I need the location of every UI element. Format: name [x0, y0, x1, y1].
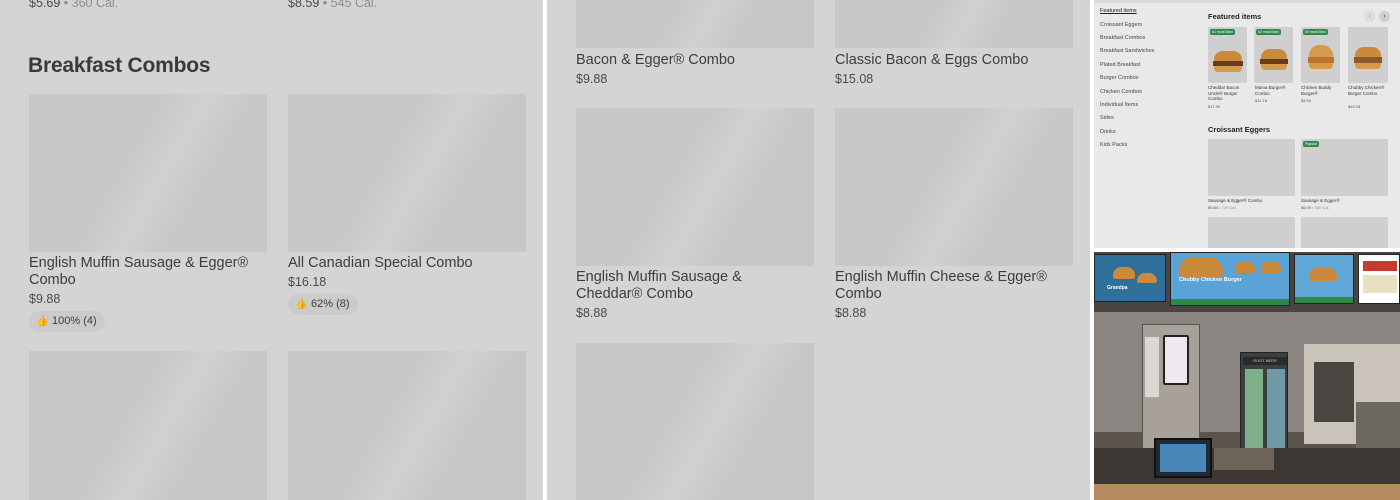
menu-item-price: $9.88	[29, 292, 61, 306]
menu-item-name[interactable]: English Muffin Sausage & Cheddar® Combo	[576, 269, 811, 303]
croissant-item-name[interactable]: Sausage & Egger®	[1301, 198, 1340, 204]
menu-board	[1358, 254, 1400, 304]
croissant-item-price: $6.09 • 380 Cal.	[1301, 205, 1330, 210]
badge: #2 most liked	[1256, 29, 1281, 35]
thumbs-up-icon: 👍	[36, 316, 49, 327]
menu-board	[1294, 254, 1354, 304]
badge: #1 most liked	[1210, 29, 1235, 35]
featured-item-image[interactable]: #3 most liked	[1301, 27, 1340, 83]
featured-item-image[interactable]: #1 most liked	[1208, 27, 1247, 83]
nav-item-individual-items[interactable]: Individual Items	[1100, 102, 1138, 108]
featured-item-price: $15.18	[1348, 104, 1361, 109]
menu-board: Grandpa	[1094, 254, 1166, 302]
nav-item-breakfast-combos[interactable]: Breakfast Combos	[1100, 35, 1145, 41]
item-image-placeholder[interactable]	[29, 351, 267, 500]
menu-item-price: $15.08	[835, 72, 874, 86]
top-item-price-1: $5.69 • 360 Cal.	[29, 0, 119, 10]
badge: #3 most liked	[1303, 29, 1328, 35]
featured-item-name[interactable]: Chicken Buddy Burger®	[1301, 85, 1341, 96]
menu-item-price: $8.88	[576, 306, 608, 320]
section-title: Breakfast Combos	[28, 54, 211, 77]
menu-item-price: $9.88	[576, 72, 608, 86]
chevron-right-icon[interactable]: ›	[1379, 11, 1390, 22]
menu-item-price: $8.88	[835, 306, 867, 320]
menu-screenshot-panel-1: $5.69 • 360 Cal. $8.59 • 545 Cal. Breakf…	[0, 0, 543, 500]
featured-item-name[interactable]: Chubby Chicken® Burger Combo	[1348, 85, 1390, 96]
drink-fridge: ROOT BEER	[1240, 352, 1288, 462]
thumbs-up-icon: 👍	[295, 299, 308, 310]
nav-item-chicken-combos[interactable]: Chicken Combos	[1100, 89, 1142, 95]
featured-item-image[interactable]: #2 most liked	[1254, 27, 1293, 83]
croissant-title: Croissant Eggers	[1208, 125, 1271, 134]
nav-item-featured[interactable]: Featured items	[1100, 8, 1137, 14]
rating-pill: 👍 62% (8)	[288, 294, 358, 315]
featured-item-price: $3.99	[1301, 98, 1312, 103]
menu-board: Chubby Chicken Burger	[1170, 252, 1290, 306]
featured-item-name[interactable]: Mama Burger® Combo	[1255, 85, 1295, 96]
menu-item-price: $16.18	[288, 275, 327, 289]
featured-item-name[interactable]: Cheddar Bacon Uncle® Burger Combo	[1208, 85, 1248, 102]
nav-item-plated-breakfast[interactable]: Plated Breakfast	[1100, 62, 1140, 68]
menu-item-name[interactable]: English Muffin Cheese & Egger® Combo	[835, 269, 1060, 303]
croissant-item-image[interactable]	[1301, 217, 1388, 248]
croissant-item-image[interactable]	[1208, 139, 1295, 196]
nav-item-kids-packs[interactable]: Kids Packs	[1100, 142, 1127, 148]
featured-item-price: $17.99	[1208, 104, 1221, 109]
item-image-placeholder[interactable]	[576, 0, 814, 48]
featured-item-image[interactable]	[1348, 27, 1388, 83]
nav-item-burger-combos[interactable]: Burger Combos	[1100, 75, 1139, 81]
pos-screen	[1154, 438, 1212, 478]
menu-item-name[interactable]: Bacon & Egger® Combo	[576, 52, 735, 69]
chevron-left-icon[interactable]: ‹	[1364, 11, 1375, 22]
featured-item-price: $11.18	[1255, 98, 1267, 103]
menu-item-name[interactable]: Classic Bacon & Eggs Combo	[835, 52, 1028, 69]
badge: Popular	[1303, 141, 1320, 147]
menu-screenshot-panel-2: Bacon & Egger® Combo $9.88 Classic Bacon…	[547, 0, 1090, 500]
croissant-item-name[interactable]: Sausage & Egger® Combo	[1208, 198, 1262, 204]
item-image-placeholder[interactable]	[835, 0, 1073, 48]
item-image-placeholder[interactable]	[29, 94, 267, 252]
item-image-placeholder[interactable]	[576, 343, 814, 500]
nav-item-drinks[interactable]: Drinks	[1100, 129, 1116, 135]
menu-screenshot-panel-3: Featured items Croissant Eggers Breakfas…	[1094, 0, 1400, 248]
croissant-item-image[interactable]	[1208, 217, 1295, 248]
top-divider	[1094, 0, 1400, 3]
item-image-placeholder[interactable]	[576, 108, 814, 266]
featured-title: Featured items	[1208, 12, 1262, 21]
croissant-item-image[interactable]: Popular	[1301, 139, 1388, 196]
croissant-item-price: $9.84 • 725 Cal.	[1208, 205, 1237, 210]
item-image-placeholder[interactable]	[835, 108, 1073, 266]
nav-item-croissant-eggers[interactable]: Croissant Eggers	[1100, 22, 1142, 28]
nav-item-sides[interactable]: Sides	[1100, 115, 1114, 121]
menu-item-name[interactable]: English Muffin Sausage & Egger® Combo	[29, 255, 254, 289]
rating-pill: 👍 100% (4)	[29, 311, 105, 332]
item-image-placeholder[interactable]	[288, 351, 526, 500]
restaurant-interior-photo: Grandpa Chubby Chicken Burger ROOT BEER	[1094, 252, 1400, 500]
top-item-price-2: $8.59 • 545 Cal.	[288, 0, 378, 10]
menu-item-name[interactable]: All Canadian Special Combo	[288, 255, 513, 272]
ordering-kiosk	[1142, 324, 1200, 454]
nav-item-breakfast-sandwiches[interactable]: Breakfast Sandwiches	[1100, 48, 1154, 54]
item-image-placeholder[interactable]	[288, 94, 526, 252]
